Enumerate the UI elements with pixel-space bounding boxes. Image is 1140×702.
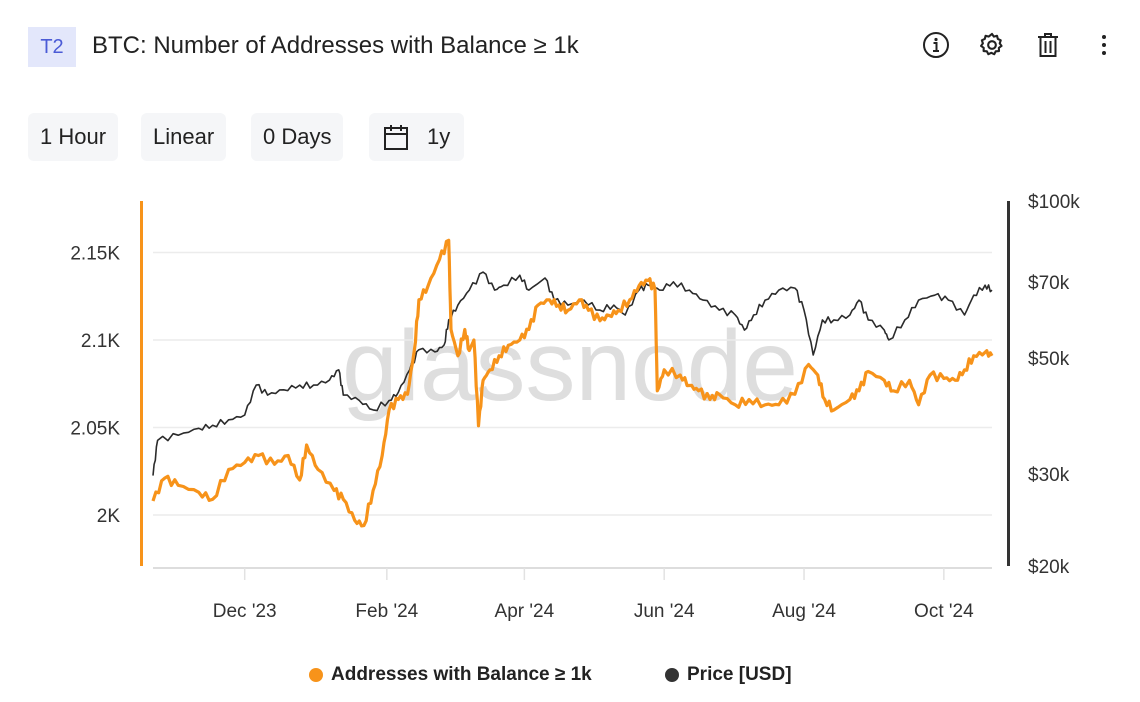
y-left-tick-label: 2.1K [81,331,120,352]
y-right-axis-line [1007,201,1010,566]
y-right-tick-label: $20k [1028,557,1070,578]
legend-label-addresses: Addresses with Balance ≥ 1k [331,664,592,685]
y-right-tick-label: $70k [1028,273,1070,294]
x-tick-label: Aug '24 [772,601,836,622]
legend-label-price: Price [USD] [687,664,792,685]
y-right-tick-label: $30k [1028,465,1070,486]
y-left-tick-label: 2K [97,506,121,527]
y-right-tick-label: $50k [1028,349,1070,370]
x-tick-label: Oct '24 [914,601,974,622]
legend-swatch-price [665,668,679,682]
legend-swatch-addresses [309,668,323,682]
legend-item-price[interactable]: Price [USD] [665,664,792,686]
y-left-tick-label: 2.05K [70,419,120,440]
chart: glassnode 2K2.05K2.1K2.15K$20k$30k$50k$7… [70,192,1080,622]
x-tick-label: Jun '24 [634,601,695,622]
y-right-tick-label: $100k [1028,192,1080,213]
x-tick-label: Dec '23 [213,601,277,622]
legend-item-addresses[interactable]: Addresses with Balance ≥ 1k [309,664,592,686]
x-tick-label: Apr '24 [495,601,555,622]
y-left-axis-line [140,201,143,566]
y-left-tick-label: 2.15K [70,244,120,265]
x-tick-label: Feb '24 [355,601,418,622]
